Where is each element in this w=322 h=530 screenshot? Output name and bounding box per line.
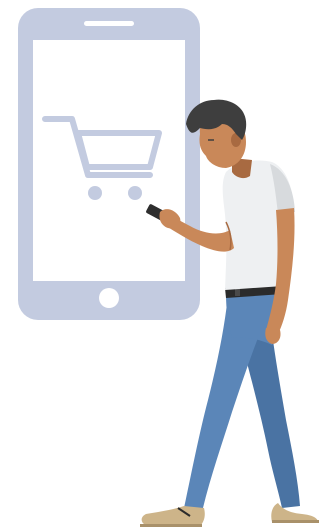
phone-home-button: [99, 288, 119, 308]
phone-speaker: [84, 21, 134, 26]
phone-screen: [33, 40, 185, 281]
ecommerce-illustration: [18, 8, 319, 527]
front-shoe: [141, 506, 205, 526]
